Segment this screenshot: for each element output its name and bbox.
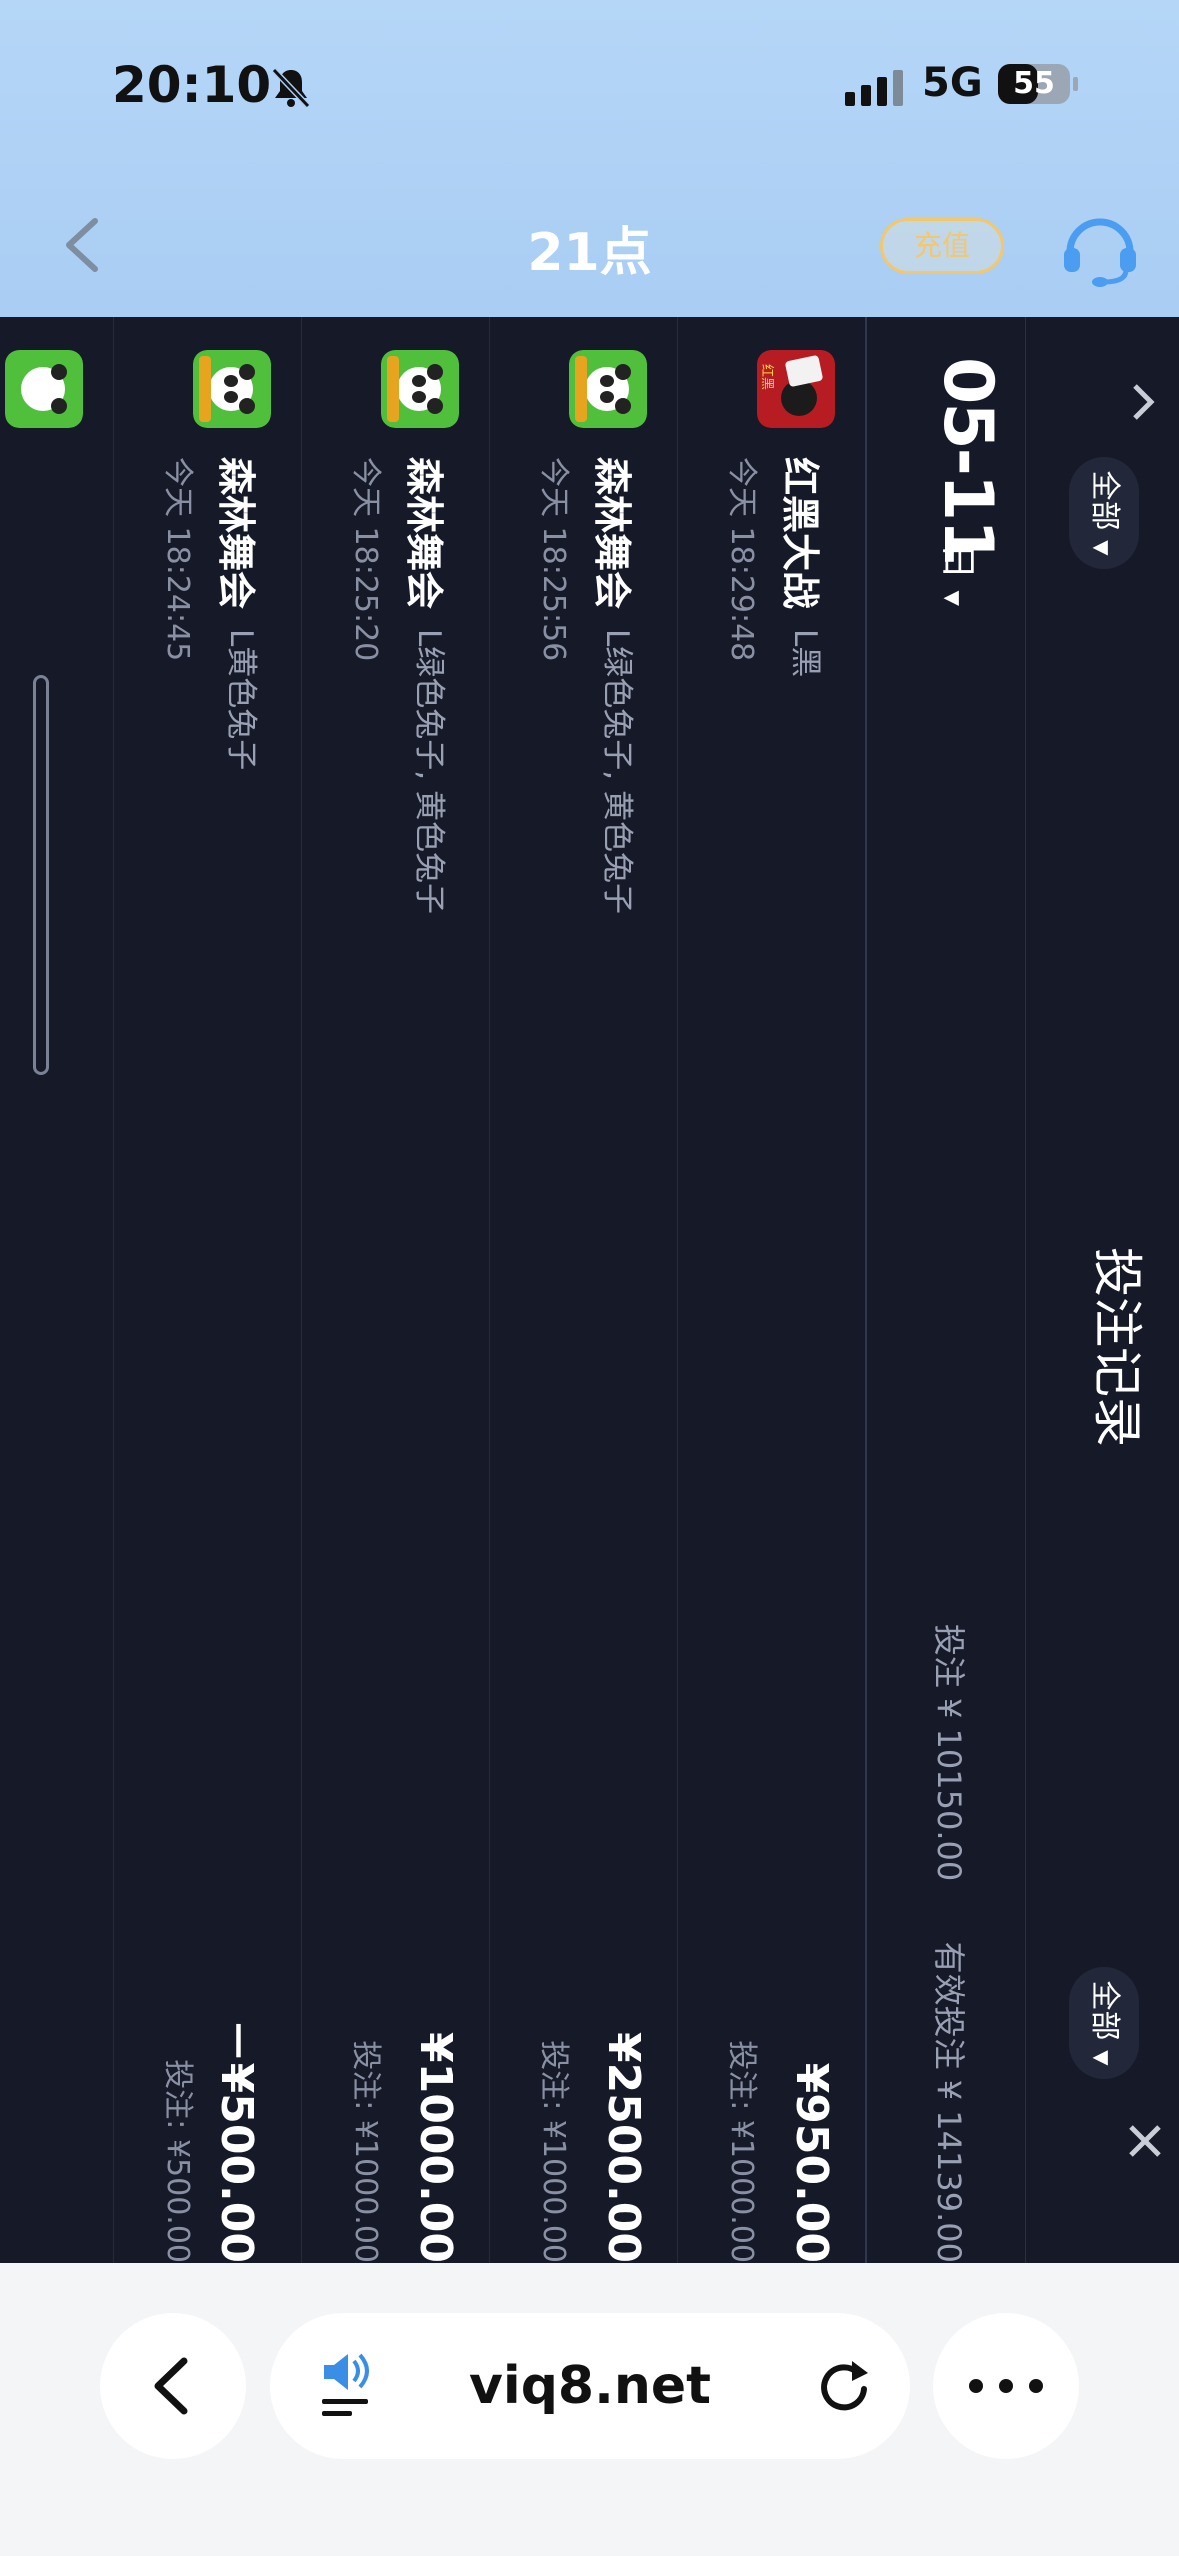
battery-icon: 55 [998, 64, 1078, 104]
filter-left-label: 全部 [1087, 470, 1122, 531]
scrollbar[interactable] [33, 675, 49, 1075]
list-item[interactable]: 森林舞会 L绿色兔子, 黄色兔子 今天 18:25:20 ¥1000.00 投注… [301, 317, 489, 2263]
more-icon [969, 2379, 1043, 2393]
filter-all-left[interactable]: 全部 ▼ [1069, 457, 1139, 569]
caret-down-icon: ▼ [941, 590, 965, 606]
bet-time: 今天 18:29:48 [724, 457, 759, 662]
win-amount: －¥500.00 [211, 2018, 262, 2263]
network-type: 5G [922, 60, 983, 106]
battery-percent: 55 [1013, 66, 1055, 101]
win-amount: ¥2500.00 [598, 2031, 649, 2263]
bet-time: 今天 18:25:20 [348, 457, 383, 662]
bet-time: 今天 18:25:56 [536, 457, 571, 662]
top-header: 20:10 5G 55 21点 充值 [0, 0, 1179, 317]
game-name: 红黑大战 [778, 457, 822, 610]
bet-amount: 投注: ¥1000.00 [348, 2040, 383, 2263]
divider [1025, 317, 1026, 2263]
reload-icon[interactable] [810, 2353, 876, 2419]
list-item[interactable] [0, 317, 113, 2263]
browser-back-button[interactable] [100, 2313, 246, 2459]
recharge-button[interactable]: 充值 [880, 218, 1004, 274]
landscape-viewport: 全部 ▼ 投注记录 全部 ▼ 05-11 日 ▼ 投注 ¥ 10150.00 有… [0, 317, 1179, 2263]
win-amount: ¥950.00 [786, 2062, 837, 2263]
caret-down-icon: ▼ [1090, 540, 1114, 556]
status-time: 20:10 [112, 56, 272, 114]
chevron-left-icon [154, 2357, 188, 2415]
game-icon-forest-dance [381, 350, 459, 428]
records-title: 投注记录 [1088, 1247, 1146, 1447]
caret-down-icon: ▼ [1090, 2050, 1114, 2066]
bell-slash-icon [271, 67, 311, 109]
game-name: 森林舞会 [214, 457, 258, 610]
game-icon-forest-dance [5, 350, 83, 428]
game-icon-red-black: 红黑 [757, 350, 835, 428]
filter-right-label: 全部 [1087, 1980, 1122, 2041]
summary-stats: 投注 ¥ 10150.00 有效投注 ¥ 14139.00 [928, 1624, 974, 2263]
date-label[interactable]: 05-11 [928, 357, 1007, 564]
list-item[interactable]: 红黑 红黑大战 L黑 今天 18:29:48 ¥950.00 投注: ¥1000… [677, 317, 865, 2263]
day-selector[interactable]: 日 ▼ [935, 543, 987, 606]
game-name: 森林舞会 [590, 457, 634, 610]
bet-amount: 投注: ¥1000.00 [724, 2040, 759, 2263]
total-bet: 投注 ¥ 10150.00 [930, 1623, 968, 1882]
browser-toolbar: viq8.net [0, 2263, 1179, 2556]
filter-all-right[interactable]: 全部 ▼ [1069, 1967, 1139, 2079]
bet-pick: L绿色兔子, 黄色兔子 [599, 629, 635, 914]
headset-icon[interactable] [1060, 208, 1140, 288]
list-item[interactable]: 森林舞会 L黄色兔子 今天 18:24:45 －¥500.00 投注: ¥500… [113, 317, 301, 2263]
chevron-up-icon[interactable] [1121, 372, 1171, 432]
list-item[interactable]: 森林舞会 L绿色兔子, 黄色兔子 今天 18:25:56 ¥2500.00 投注… [489, 317, 677, 2263]
bet-records-panel: 全部 ▼ 投注记录 全部 ▼ 05-11 日 ▼ 投注 ¥ 10150.00 有… [0, 317, 1179, 2263]
divider [865, 317, 867, 2263]
address-bar[interactable]: viq8.net [270, 2313, 910, 2459]
bet-pick: L黄色兔子 [223, 629, 259, 771]
more-button[interactable] [933, 2313, 1079, 2459]
bet-amount: 投注: ¥1000.00 [536, 2040, 571, 2263]
win-amount: ¥1000.00 [410, 2031, 461, 2263]
game-name: 森林舞会 [402, 457, 446, 610]
bet-time: 今天 18:24:45 [160, 457, 195, 662]
valid-bet: 有效投注 ¥ 14139.00 [930, 1941, 968, 2263]
game-icon-forest-dance [193, 350, 271, 428]
svg-text:红黑: 红黑 [759, 364, 775, 390]
game-icon-forest-dance [569, 350, 647, 428]
bet-pick: L黑 [787, 629, 823, 678]
signal-icon [845, 70, 903, 106]
bet-pick: L绿色兔子, 黄色兔子 [411, 629, 447, 914]
day-label: 日 [937, 543, 978, 580]
close-icon[interactable] [1121, 2107, 1171, 2177]
bet-amount: 投注: ¥500.00 [160, 2059, 195, 2263]
